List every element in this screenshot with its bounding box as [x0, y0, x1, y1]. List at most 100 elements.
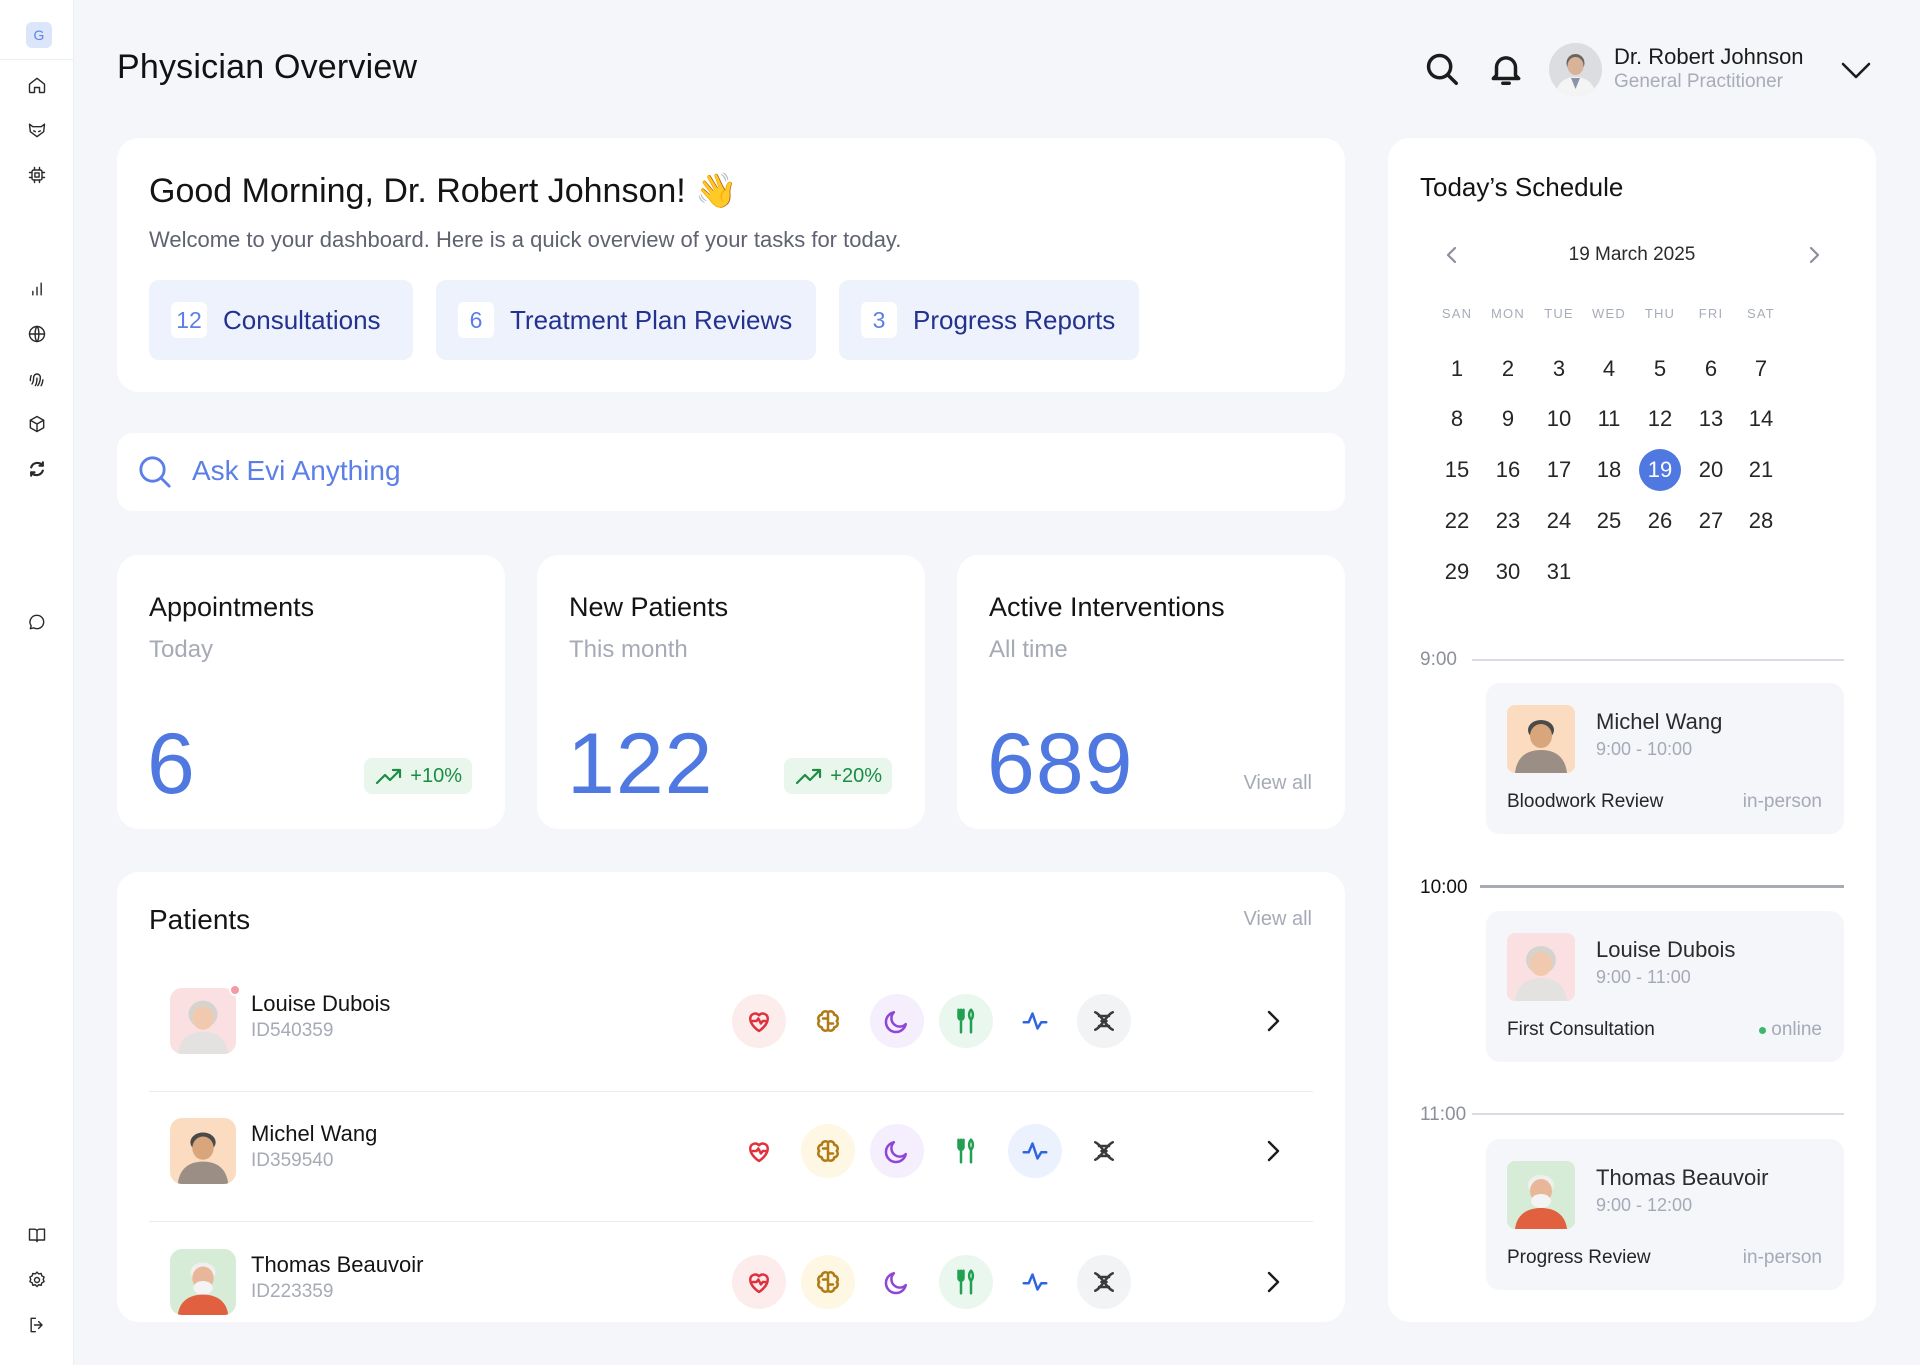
activity-icon[interactable] — [1008, 1255, 1062, 1309]
bell-icon[interactable] — [1485, 48, 1527, 90]
settings-icon[interactable] — [26, 1269, 48, 1291]
calendar-day[interactable]: 3 — [1538, 348, 1580, 390]
dna-icon[interactable] — [1077, 1124, 1131, 1178]
calendar-day[interactable]: 6 — [1690, 348, 1732, 390]
chip-icon[interactable] — [26, 164, 48, 186]
brain-icon[interactable] — [801, 1255, 855, 1309]
calendar-day[interactable]: 13 — [1690, 398, 1732, 440]
calendar-day[interactable]: 21 — [1740, 449, 1782, 491]
view-all-link[interactable]: View all — [1243, 772, 1312, 795]
calendar-day[interactable]: 18 — [1588, 449, 1630, 491]
fork-knife-icon[interactable] — [939, 1124, 993, 1178]
stat-subtitle: This month — [569, 636, 688, 663]
stat-subtitle: Today — [149, 636, 214, 663]
notification-dot — [229, 984, 241, 996]
patient-row[interactable]: Louise Dubois ID540359 — [149, 962, 1313, 1092]
user-name: Dr. Robert Johnson — [1614, 44, 1804, 69]
heart-icon[interactable] — [732, 1124, 786, 1178]
brain-icon[interactable] — [801, 994, 855, 1048]
moon-icon[interactable] — [870, 994, 924, 1048]
patient-row[interactable]: Thomas Beauvoir ID223359 — [149, 1223, 1313, 1322]
patients-card: Patients View all Louise Dubois ID540359 M… — [117, 872, 1345, 1322]
weekday-label: FRI — [1698, 306, 1724, 321]
fork-knife-icon[interactable] — [939, 994, 993, 1048]
calendar-day[interactable]: 1 — [1436, 348, 1478, 390]
cube-icon[interactable] — [26, 413, 48, 435]
calendar-day[interactable]: 20 — [1690, 449, 1732, 491]
calendar-day[interactable]: 8 — [1436, 398, 1478, 440]
fingerprint-icon[interactable] — [26, 368, 48, 390]
appointment-patient-name: Michel Wang — [1596, 709, 1723, 734]
search-icon[interactable] — [1421, 48, 1463, 90]
calendar-day-selected[interactable]: 19 — [1639, 449, 1681, 491]
stat-subtitle: All time — [989, 636, 1068, 663]
fork-knife-icon[interactable] — [939, 1255, 993, 1309]
schedule-title: Today’s Schedule — [1420, 172, 1624, 202]
chevron-down-icon[interactable] — [1838, 56, 1874, 84]
calendar-day[interactable]: 11 — [1588, 398, 1630, 440]
search-icon — [135, 452, 175, 492]
calendar-day[interactable]: 25 — [1588, 500, 1630, 542]
chevron-right-icon[interactable] — [1258, 1136, 1288, 1166]
moon-icon[interactable] — [870, 1255, 924, 1309]
fox-mask-icon[interactable] — [26, 119, 48, 141]
calendar-day[interactable]: 23 — [1487, 500, 1529, 542]
patient-avatar — [170, 988, 236, 1054]
patient-row[interactable]: Michel Wang ID359540 — [149, 1092, 1313, 1222]
calendar-day[interactable]: 10 — [1538, 398, 1580, 440]
globe-icon[interactable] — [26, 323, 48, 345]
calendar-day[interactable]: 15 — [1436, 449, 1478, 491]
app-logo[interactable]: G — [26, 22, 52, 48]
chat-icon[interactable] — [26, 611, 48, 633]
dna-icon[interactable] — [1077, 994, 1131, 1048]
calendar-day[interactable]: 7 — [1740, 348, 1782, 390]
calendar-day[interactable]: 26 — [1639, 500, 1681, 542]
appointment-card[interactable]: Michel Wang 9:00 - 10:00 Bloodwork Revie… — [1486, 683, 1844, 834]
calendar-day[interactable]: 14 — [1740, 398, 1782, 440]
activity-icon[interactable] — [1008, 1124, 1062, 1178]
calendar-day[interactable]: 2 — [1487, 348, 1529, 390]
book-icon[interactable] — [26, 1224, 48, 1246]
chevron-right-icon[interactable] — [1802, 243, 1826, 267]
wave-emoji: 👋 — [695, 172, 738, 210]
heart-icon[interactable] — [732, 994, 786, 1048]
user-avatar[interactable] — [1549, 43, 1602, 96]
calendar-day[interactable]: 17 — [1538, 449, 1580, 491]
chevron-right-icon[interactable] — [1258, 1006, 1288, 1036]
calendar-day[interactable]: 28 — [1740, 500, 1782, 542]
logout-icon[interactable] — [26, 1314, 48, 1336]
task-pill-progress-reports[interactable]: 3 Progress Reports — [839, 280, 1139, 360]
calendar-day[interactable]: 9 — [1487, 398, 1529, 440]
stat-card-active-interventions: Active Interventions All time 689 View a… — [957, 555, 1345, 829]
calendar-day[interactable]: 29 — [1436, 551, 1478, 593]
appointment-card[interactable]: Thomas Beauvoir 9:00 - 12:00 Progress Re… — [1486, 1139, 1844, 1290]
heart-icon[interactable] — [732, 1255, 786, 1309]
dna-icon[interactable] — [1077, 1255, 1131, 1309]
calendar-day[interactable]: 16 — [1487, 449, 1529, 491]
calendar-day[interactable]: 5 — [1639, 348, 1681, 390]
task-pill-consultations[interactable]: 12 Consultations — [149, 280, 413, 360]
task-pill-treatment-plan-reviews[interactable]: 6 Treatment Plan Reviews — [436, 280, 816, 360]
calendar-day[interactable]: 24 — [1538, 500, 1580, 542]
home-icon[interactable] — [26, 74, 48, 96]
view-all-link[interactable]: View all — [1243, 908, 1312, 931]
calendar-day[interactable]: 22 — [1436, 500, 1478, 542]
calendar-day[interactable]: 30 — [1487, 551, 1529, 593]
appointment-card[interactable]: Louise Dubois 9:00 - 11:00 First Consult… — [1486, 911, 1844, 1062]
calendar-day[interactable]: 27 — [1690, 500, 1732, 542]
stat-card-appointments: Appointments Today 6 +10% — [117, 555, 505, 829]
sync-icon[interactable] — [26, 458, 48, 480]
brain-icon[interactable] — [801, 1124, 855, 1178]
calendar-day[interactable]: 12 — [1639, 398, 1681, 440]
activity-icon[interactable] — [1008, 994, 1062, 1048]
time-label: 11:00 — [1420, 1104, 1467, 1125]
calendar-day[interactable]: 31 — [1538, 551, 1580, 593]
ask-evi-search-input[interactable]: Ask Evi Anything — [117, 433, 1345, 511]
bar-chart-icon[interactable] — [26, 278, 48, 300]
stat-title: Active Interventions — [989, 592, 1225, 622]
appointment-patient-name: Louise Dubois — [1596, 937, 1736, 962]
moon-icon[interactable] — [870, 1124, 924, 1178]
chevron-right-icon[interactable] — [1258, 1267, 1288, 1297]
calendar-day[interactable]: 4 — [1588, 348, 1630, 390]
appointment-time: 9:00 - 10:00 — [1596, 739, 1693, 759]
